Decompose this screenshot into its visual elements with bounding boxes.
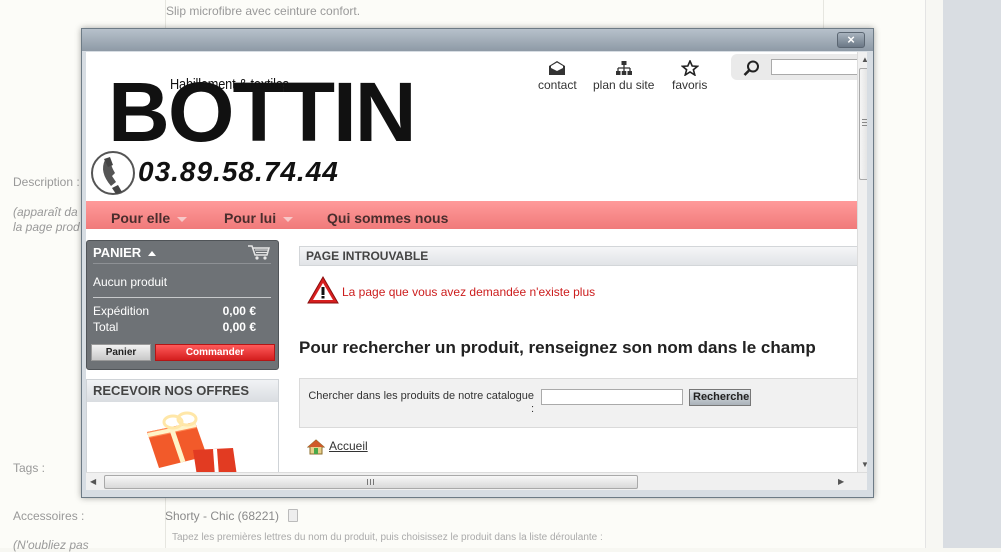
horizontal-scroll-thumb[interactable] xyxy=(104,475,638,489)
preview-modal: × BOTTIN Habillement & textiles 03.89.58… xyxy=(81,28,874,498)
site-phone-number: 03.89.58.74.44 xyxy=(138,156,339,187)
cart-total-value: 0,00 € xyxy=(222,320,256,334)
caret-up-icon xyxy=(147,251,156,257)
nav-item-pour-elle[interactable]: Pour elle xyxy=(111,201,188,229)
top-link-plan-du-site[interactable]: plan du site xyxy=(593,60,654,92)
offers-block: RECEVOIR NOS OFFRES xyxy=(86,379,279,472)
star-icon xyxy=(680,60,699,76)
cart-block: PANIER Aucun produit Expédition 0,00 € T… xyxy=(86,240,279,370)
site-logo-subtitle: Habillement & textiles xyxy=(170,76,289,93)
admin-right-gutter xyxy=(925,0,944,548)
nav-item-pour-lui-label: Pour lui xyxy=(224,210,277,226)
admin-description-label: Description : xyxy=(13,175,80,189)
offers-title: RECEVOIR NOS OFFRES xyxy=(87,380,278,402)
catalog-search-input[interactable] xyxy=(541,389,683,405)
top-link-favoris-label: favoris xyxy=(672,78,708,92)
cart-title[interactable]: PANIER xyxy=(93,245,156,260)
cart-title-label: PANIER xyxy=(93,245,142,260)
vertical-scroll-thumb[interactable] xyxy=(859,68,867,180)
nav-item-qui-sommes-nous[interactable]: Qui sommes nous xyxy=(327,201,448,229)
close-button[interactable]: × xyxy=(837,32,865,48)
admin-accessoires-label: Accessoires : xyxy=(13,509,85,523)
scroll-grip xyxy=(373,479,374,485)
catalog-search-button[interactable]: Rechercher xyxy=(689,389,751,406)
catalog-search-label: Chercher dans les produits de notre cata… xyxy=(308,390,534,416)
nav-item-pour-elle-label: Pour elle xyxy=(111,210,171,226)
gift-icon xyxy=(147,411,237,472)
preview-frame: BOTTIN Habillement & textiles 03.89.58.7… xyxy=(86,52,867,472)
phone-icon xyxy=(91,151,135,195)
catalog-search-label-text: Chercher dans les produits de notre cata… xyxy=(308,390,534,402)
admin-oubliez-label: (N'oubliez pas xyxy=(13,538,89,552)
top-link-contact-label: contact xyxy=(538,78,577,92)
catalog-search-form: Chercher dans les produits de notre cata… xyxy=(299,378,861,428)
header-search-input[interactable] xyxy=(771,59,867,75)
admin-divider xyxy=(823,0,824,28)
admin-product-short-text: Slip microfibre avec ceinture confort. xyxy=(166,4,361,18)
sitemap-icon xyxy=(615,61,632,75)
cart-shipping-label: Expédition xyxy=(93,304,150,318)
admin-tapez-hint: Tapez les premières lettres du nom du pr… xyxy=(172,532,603,543)
envelope-icon xyxy=(549,61,566,75)
cart-button[interactable]: Panier xyxy=(91,344,151,361)
admin-far-right-panel xyxy=(943,0,1001,548)
admin-description-hint-1: (apparaît da xyxy=(13,205,78,219)
chevron-down-icon xyxy=(177,216,188,222)
top-link-contact[interactable]: contact xyxy=(538,60,577,92)
catalog-search-label-colon: : xyxy=(530,403,534,415)
nav-item-qui-sommes-nous-label: Qui sommes nous xyxy=(327,210,449,226)
scroll-grip xyxy=(862,122,867,123)
home-icon xyxy=(307,439,325,455)
trash-icon[interactable] xyxy=(288,509,299,522)
magnifier-icon[interactable] xyxy=(743,60,761,76)
scroll-left-icon[interactable]: ◀ xyxy=(90,477,96,486)
cart-shipping-value: 0,00 € xyxy=(222,304,256,318)
cart-total-label: Total xyxy=(93,320,119,334)
order-button[interactable]: Commander xyxy=(155,344,275,361)
search-headline: Pour rechercher un produit, renseignez s… xyxy=(299,338,816,357)
admin-accessoire-text: Shorty - Chic (68221) xyxy=(165,509,280,523)
error-message: La page que vous avez demandée n'existe … xyxy=(342,285,596,299)
nav-item-pour-lui[interactable]: Pour lui xyxy=(224,201,294,229)
header-search xyxy=(731,54,867,80)
scroll-grip xyxy=(370,479,371,485)
main-nav: Pour elle Pour lui Qui sommes nous xyxy=(86,201,857,229)
warning-icon xyxy=(307,276,339,304)
modal-title-bar: × xyxy=(82,29,873,51)
cart-icon xyxy=(248,245,270,260)
top-link-favoris[interactable]: favoris xyxy=(672,60,707,92)
top-link-plan-du-site-label: plan du site xyxy=(593,78,655,92)
home-link[interactable]: Accueil xyxy=(329,439,368,453)
frame-horizontal-scrollbar[interactable]: ◀ ▶ xyxy=(86,472,867,490)
admin-description-hint-2: la page prod xyxy=(13,220,80,234)
cart-empty-text: Aucun produit xyxy=(93,275,168,289)
chevron-down-icon xyxy=(283,216,294,222)
scroll-grip xyxy=(862,119,867,120)
scroll-down-icon[interactable]: ▼ xyxy=(861,460,867,469)
scroll-grip xyxy=(862,125,867,126)
scroll-grip xyxy=(367,479,368,485)
admin-tags-label: Tags : xyxy=(13,461,46,475)
page-title: PAGE INTROUVABLE xyxy=(299,246,861,266)
admin-accessoire-value[interactable]: Shorty - Chic (68221) xyxy=(165,509,299,523)
frame-vertical-scrollbar[interactable]: ▲ ▼ xyxy=(857,52,867,472)
cart-divider xyxy=(93,297,271,298)
cart-header-divider xyxy=(93,263,271,264)
scroll-right-icon[interactable]: ▶ xyxy=(838,477,844,486)
scroll-up-icon[interactable]: ▲ xyxy=(861,55,867,64)
